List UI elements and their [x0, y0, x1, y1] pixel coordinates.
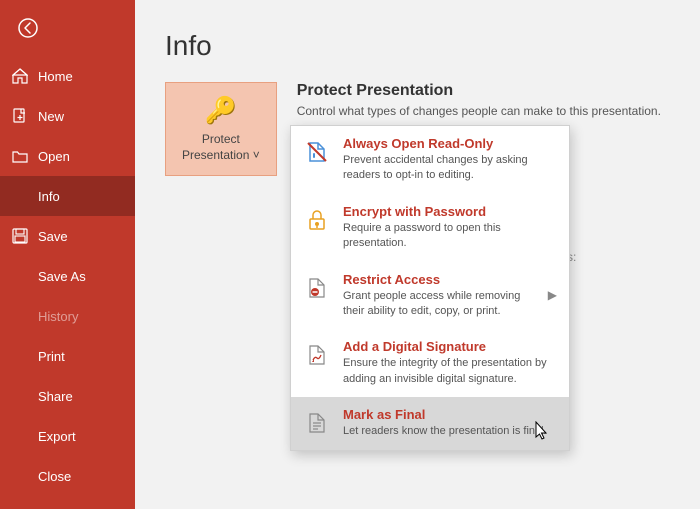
mark-final-text: Mark as Final Let readers know the prese…: [343, 407, 547, 439]
save-icon: [12, 228, 28, 244]
sidebar-item-history: History: [0, 296, 135, 336]
sidebar-item-save-label: Save: [38, 229, 68, 244]
sidebar-item-close[interactable]: Close: [0, 456, 135, 496]
sidebar-item-open-label: Open: [38, 149, 70, 164]
dropdown-item-restrict-access[interactable]: Restrict Access Grant people access whil…: [291, 262, 569, 330]
export-icon: [12, 428, 28, 444]
dropdown-item-encrypt-password[interactable]: Encrypt with Password Require a password…: [291, 194, 569, 262]
protect-desc-text: Control what types of changes people can…: [297, 104, 670, 118]
info-icon: [12, 188, 28, 204]
sidebar-item-open[interactable]: Open: [0, 136, 135, 176]
restrict-arrow-icon: ▶: [548, 288, 557, 302]
sidebar-item-close-label: Close: [38, 469, 71, 484]
restrict-text: Restrict Access Grant people access whil…: [343, 272, 536, 320]
encrypt-icon: [303, 206, 331, 234]
share-icon: [12, 388, 28, 404]
sidebar-item-share-label: Share: [38, 389, 73, 404]
mark-final-icon: [303, 409, 331, 437]
sidebar-item-history-label: History: [38, 309, 78, 324]
sidebar-item-info[interactable]: Info: [0, 176, 135, 216]
signature-text: Add a Digital Signature Ensure the integ…: [343, 339, 557, 387]
sidebar-item-print-label: Print: [38, 349, 65, 364]
dropdown-item-digital-signature[interactable]: Add a Digital Signature Ensure the integ…: [291, 329, 569, 397]
dropdown-item-always-read-only[interactable]: Always Open Read-Only Prevent accidental…: [291, 126, 569, 194]
back-button[interactable]: [8, 8, 48, 48]
new-icon: [12, 108, 28, 124]
protect-dropdown-menu: Always Open Read-Only Prevent accidental…: [290, 125, 570, 451]
read-only-text: Always Open Read-Only Prevent accidental…: [343, 136, 557, 184]
sidebar-item-home[interactable]: Home: [0, 56, 135, 96]
sidebar-item-export[interactable]: Export: [0, 416, 135, 456]
sidebar-item-print[interactable]: Print: [0, 336, 135, 376]
encrypt-text: Encrypt with Password Require a password…: [343, 204, 557, 252]
sidebar-item-saveas[interactable]: Save As: [0, 256, 135, 296]
sidebar-item-saveas-label: Save As: [38, 269, 86, 284]
restrict-icon: [303, 274, 331, 302]
dropdown-item-mark-as-final[interactable]: Mark as Final Let readers know the prese…: [291, 397, 569, 449]
sidebar-item-save[interactable]: Save: [0, 216, 135, 256]
close-icon: [12, 468, 28, 484]
print-icon: [12, 348, 28, 364]
protect-presentation-button[interactable]: 🔑 Protect Presentation ˅: [165, 82, 277, 176]
page-title: Info: [165, 30, 670, 62]
sidebar-item-info-label: Info: [38, 189, 60, 204]
saveas-icon: [12, 268, 28, 284]
sidebar-item-new[interactable]: New: [0, 96, 135, 136]
main-content: Info 🔑 Protect Presentation ˅ Protect Pr…: [135, 0, 700, 509]
protect-icon: 🔑: [205, 95, 237, 126]
protect-btn-label: Protect Presentation ˅: [182, 132, 260, 163]
home-icon: [12, 68, 28, 84]
sidebar: Home New Open Info: [0, 0, 135, 509]
sidebar-item-home-label: Home: [38, 69, 73, 84]
history-icon: [12, 308, 28, 324]
sidebar-item-share[interactable]: Share: [0, 376, 135, 416]
open-icon: [12, 148, 28, 164]
protect-heading: Protect Presentation: [297, 82, 670, 100]
signature-icon: [303, 341, 331, 369]
sidebar-item-new-label: New: [38, 109, 64, 124]
protect-description: Protect Presentation Control what types …: [297, 82, 670, 118]
sidebar-item-export-label: Export: [38, 429, 76, 444]
read-only-icon: [303, 138, 331, 166]
